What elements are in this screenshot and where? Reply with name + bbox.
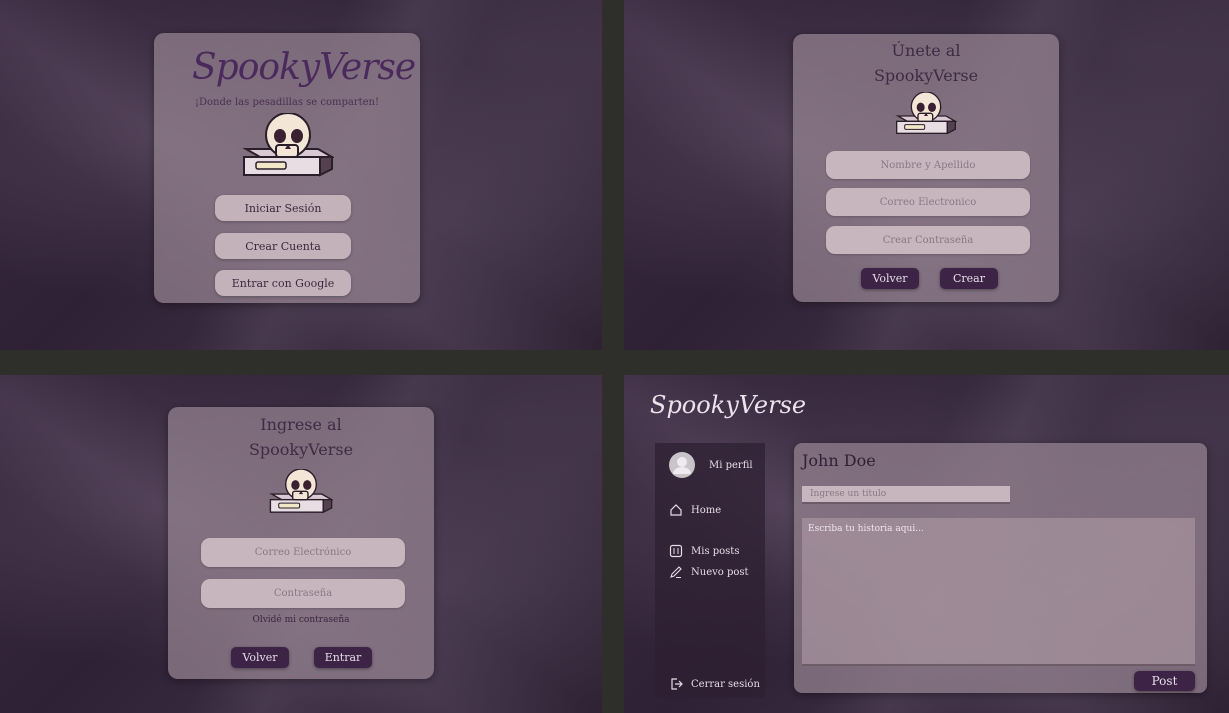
sidebar-item-label: Home [691, 504, 722, 516]
email-input[interactable] [826, 188, 1030, 216]
story-textarea[interactable] [802, 518, 1195, 666]
back-button[interactable]: Volver [861, 268, 919, 289]
sidebar: Mi perfil Home Mis posts Nuevo post Cerr… [655, 443, 765, 698]
home-icon [670, 504, 682, 516]
app-logo: SpookyVerse [192, 47, 416, 88]
signup-title-line1: Únete al [891, 41, 961, 60]
create-button[interactable]: Crear [940, 268, 998, 289]
sidebar-item-home[interactable]: Home [669, 503, 721, 517]
sidebar-item-label: Nuevo post [691, 566, 749, 578]
signup-card: Únete al SpookyVerse Volver Crear [793, 34, 1059, 302]
login-button[interactable]: Iniciar Sesión [215, 195, 351, 221]
login-card: Ingrese al SpookyVerse Olvidé mi contras… [168, 407, 434, 679]
pencil-icon [670, 566, 682, 578]
sidebar-item-label: Cerrar sesión [691, 678, 760, 690]
title-input[interactable] [802, 486, 1010, 504]
name-input[interactable] [826, 151, 1030, 179]
skull-book-icon [269, 469, 333, 514]
sidebar-item-label: Mis posts [691, 545, 740, 557]
email-input[interactable] [201, 538, 405, 567]
back-button[interactable]: Volver [231, 647, 289, 668]
post-button[interactable]: Post [1134, 671, 1195, 691]
signup-title-line2: SpookyVerse [873, 66, 979, 85]
google-login-button[interactable]: Entrar con Google [215, 270, 351, 296]
skull-book-icon [895, 92, 957, 135]
password-input[interactable] [201, 579, 405, 608]
password-input[interactable] [826, 226, 1030, 254]
skull-book-icon [242, 113, 334, 177]
sidebar-item-new-post[interactable]: Nuevo post [669, 565, 749, 579]
signup-button[interactable]: Crear Cuenta [215, 233, 351, 259]
app-logo: SpookyVerse [650, 391, 807, 419]
home-screen: SpookyVerse ¡Donde las pesadillas se com… [0, 0, 602, 350]
login-title-line1: Ingrese al [260, 415, 342, 434]
login-screen: Ingrese al SpookyVerse Olvidé mi contras… [0, 375, 602, 713]
new-post-card: John Doe Post [794, 443, 1207, 693]
home-card: SpookyVerse ¡Donde las pesadillas se com… [154, 33, 420, 303]
dashboard-screen: SpookyVerse Mi perfil Home Mis posts Nue… [624, 375, 1229, 713]
logout-button[interactable]: Cerrar sesión [669, 677, 760, 691]
avatar [669, 452, 695, 478]
signup-screen: Únete al SpookyVerse Volver Crear [624, 0, 1229, 350]
posts-icon [669, 544, 683, 558]
tagline: ¡Donde las pesadillas se comparten! [194, 97, 380, 108]
logout-icon [671, 678, 683, 690]
enter-button[interactable]: Entrar [314, 647, 372, 668]
sidebar-item-profile[interactable]: Mi perfil [669, 452, 753, 478]
sidebar-item-label: Mi perfil [709, 459, 753, 471]
forgot-password-link[interactable]: Olvidé mi contraseña [168, 615, 434, 625]
sidebar-item-my-posts[interactable]: Mis posts [669, 544, 739, 558]
user-name: John Doe [802, 451, 876, 470]
login-title-line2: SpookyVerse [248, 440, 354, 459]
